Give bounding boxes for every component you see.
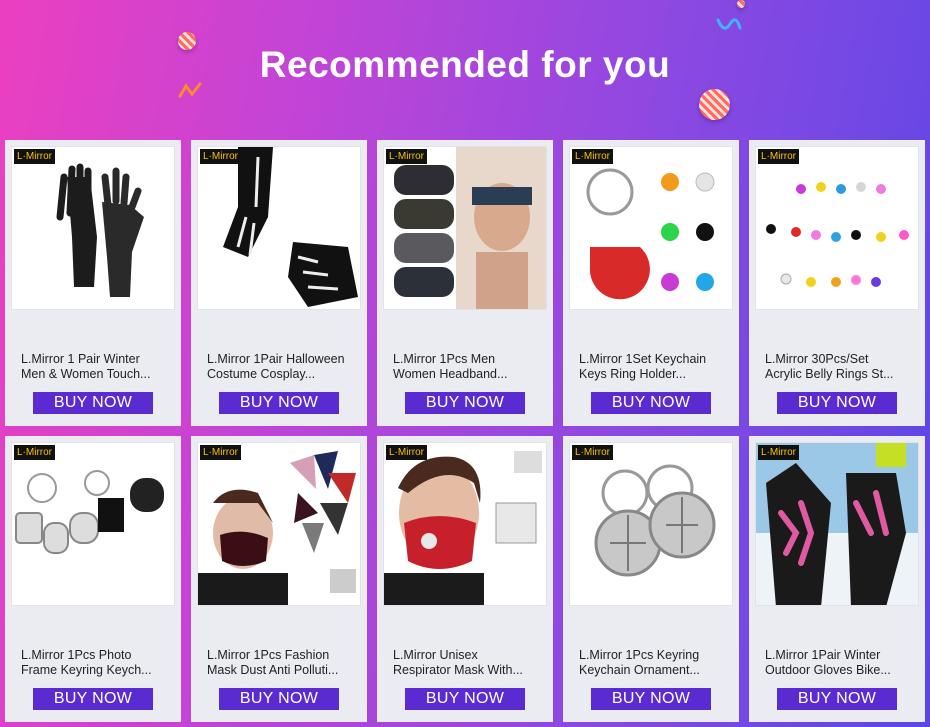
product-name[interactable]: L.Mirror 1Pcs Men Women Headband...: [393, 352, 541, 382]
brand-logo: L·Mirror: [14, 445, 55, 460]
product-name[interactable]: L.Mirror 1Pcs Fashion Mask Dust Anti Pol…: [207, 648, 355, 678]
product-name[interactable]: L.Mirror Unisex Respirator Mask With...: [393, 648, 541, 678]
striped-ball-decoration: [699, 89, 730, 120]
gloves-image[interactable]: L·Mirror: [11, 146, 175, 310]
globe-keyring-image[interactable]: L·Mirror: [569, 442, 733, 606]
brand-logo: L·Mirror: [14, 149, 55, 164]
buy-now-button[interactable]: BUY NOW: [33, 688, 153, 710]
photo-keyring-image[interactable]: L·Mirror: [11, 442, 175, 606]
skeleton-gloves-image[interactable]: L·Mirror: [197, 146, 361, 310]
brand-logo: L·Mirror: [386, 149, 427, 164]
brand-logo: L·Mirror: [200, 149, 241, 164]
bike-gloves-image[interactable]: L·Mirror: [755, 442, 919, 606]
buy-now-button[interactable]: BUY NOW: [405, 392, 525, 414]
product-card[interactable]: L·Mirror L.Mirror 1Pcs Photo Frame Keyri…: [5, 436, 181, 722]
product-card[interactable]: L·Mirror L.Mirror 1Pair Halloween Costum…: [191, 140, 367, 426]
buy-now-button[interactable]: BUY NOW: [219, 688, 339, 710]
product-card[interactable]: L·Mirror L.Mirror Unisex Respirator Mask…: [377, 436, 553, 722]
buy-now-button[interactable]: BUY NOW: [219, 392, 339, 414]
product-card[interactable]: L·Mirror L.Mirror 1Pcs Fashion Mask Dust…: [191, 436, 367, 722]
fashion-mask-image[interactable]: L·Mirror: [197, 442, 361, 606]
product-name[interactable]: L.Mirror 1Pair Halloween Costume Cosplay…: [207, 352, 355, 382]
buy-now-button[interactable]: BUY NOW: [777, 392, 897, 414]
brand-logo: L·Mirror: [758, 445, 799, 460]
streamer-decoration: [716, 18, 742, 30]
product-name[interactable]: L.Mirror 1Pair Winter Outdoor Gloves Bik…: [765, 648, 913, 678]
headband-image[interactable]: L·Mirror: [383, 146, 547, 310]
product-card[interactable]: L·Mirror L.Mirror 1Pair Winter Outdoor G…: [749, 436, 925, 722]
buy-now-button[interactable]: BUY NOW: [591, 392, 711, 414]
keychain-image[interactable]: L·Mirror: [569, 146, 733, 310]
product-name[interactable]: L.Mirror 1Set Keychain Keys Ring Holder.…: [579, 352, 727, 382]
product-name[interactable]: L.Mirror 30Pcs/Set Acrylic Belly Rings S…: [765, 352, 913, 382]
buy-now-button[interactable]: BUY NOW: [405, 688, 525, 710]
page-title: Recommended for you: [259, 44, 671, 85]
header-banner: Recommended for you: [0, 0, 930, 130]
buy-now-button[interactable]: BUY NOW: [777, 688, 897, 710]
brand-logo: L·Mirror: [386, 445, 427, 460]
belly-rings-image[interactable]: L·Mirror: [755, 146, 919, 310]
product-name[interactable]: L.Mirror 1Pcs Keyring Keychain Ornament.…: [579, 648, 727, 678]
brand-logo: L·Mirror: [572, 445, 613, 460]
product-card[interactable]: L·Mirror L.Mirror 1 Pair Winter Men & Wo…: [5, 140, 181, 426]
product-name[interactable]: L.Mirror 1 Pair Winter Men & Women Touch…: [21, 352, 169, 382]
striped-ball-decoration: [737, 0, 745, 8]
respirator-mask-image[interactable]: L·Mirror: [383, 442, 547, 606]
product-card[interactable]: L·Mirror L.Mirror 1Pcs Men Women Headban…: [377, 140, 553, 426]
buy-now-button[interactable]: BUY NOW: [591, 688, 711, 710]
product-card[interactable]: L·Mirror L.Mirror 30Pcs/Set Acrylic Bell…: [749, 140, 925, 426]
product-name[interactable]: L.Mirror 1Pcs Photo Frame Keyring Keych.…: [21, 648, 169, 678]
brand-logo: L·Mirror: [200, 445, 241, 460]
product-card[interactable]: L·Mirror L.Mirror 1Set Keychain Keys Rin…: [563, 140, 739, 426]
brand-logo: L·Mirror: [572, 149, 613, 164]
buy-now-button[interactable]: BUY NOW: [33, 392, 153, 414]
brand-logo: L·Mirror: [758, 149, 799, 164]
product-card[interactable]: L·Mirror L.Mirror 1Pcs Keyring Keychain …: [563, 436, 739, 722]
